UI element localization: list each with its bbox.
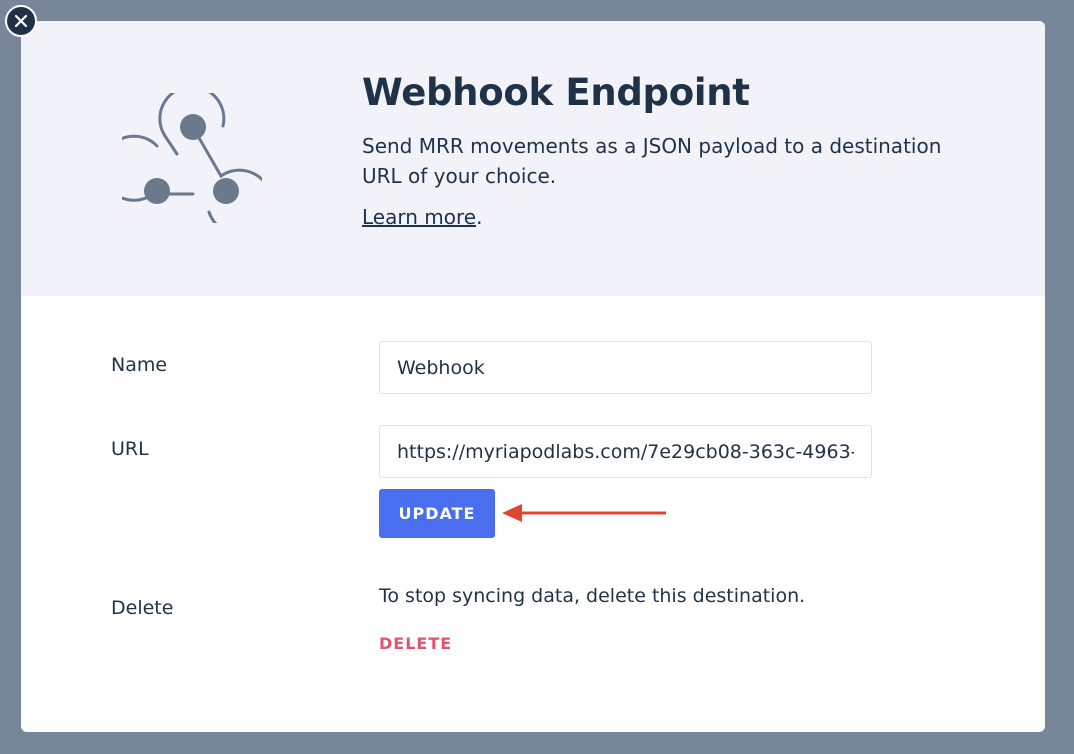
header-description: Send MRR movements as a JSON payload to … <box>362 134 942 188</box>
delete-label: Delete <box>111 597 174 619</box>
arrow-left-icon <box>502 504 666 522</box>
header-text: Webhook Endpoint Send MRR movements as a… <box>362 71 1002 229</box>
page-title: Webhook Endpoint <box>362 71 750 114</box>
name-input[interactable] <box>379 341 872 394</box>
delete-button[interactable]: DELETE <box>379 634 452 653</box>
webhook-icon <box>122 93 262 223</box>
webhook-modal: Webhook Endpoint Send MRR movements as a… <box>21 21 1045 732</box>
close-icon <box>14 14 28 28</box>
url-label: URL <box>111 438 149 460</box>
update-button[interactable]: UPDATE <box>379 489 495 538</box>
url-input[interactable] <box>379 425 872 478</box>
learn-more-link[interactable]: Learn more <box>362 205 476 229</box>
learn-more-suffix: . <box>476 205 483 229</box>
close-button[interactable] <box>5 5 37 37</box>
learn-more-line: Learn more. <box>362 205 1002 229</box>
delete-description: To stop syncing data, delete this destin… <box>379 585 806 607</box>
modal-header: Webhook Endpoint Send MRR movements as a… <box>21 21 1045 296</box>
name-label: Name <box>111 354 168 376</box>
